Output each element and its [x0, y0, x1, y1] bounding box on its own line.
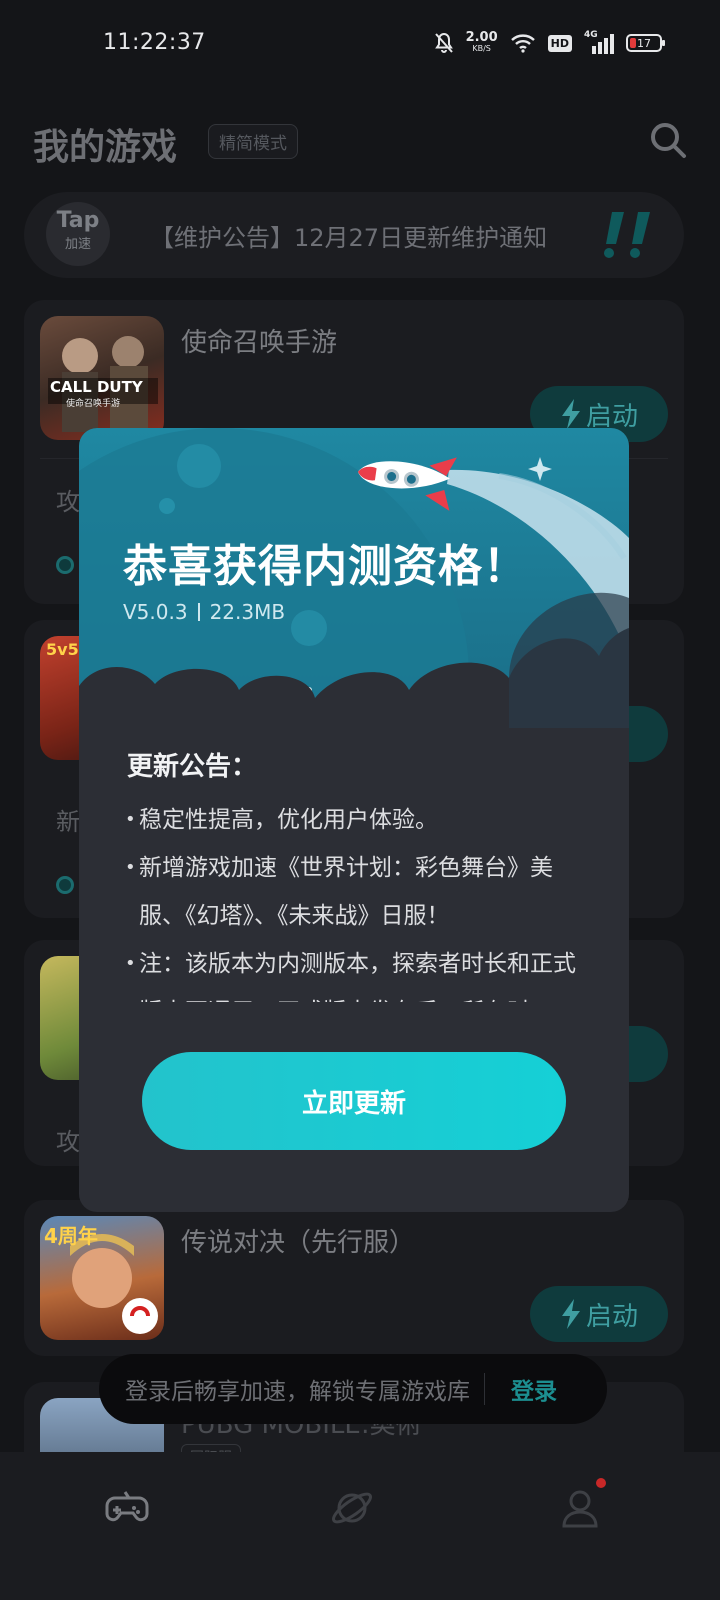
tap-logo: Tap 加速 — [46, 202, 110, 266]
release-notes[interactable]: 稳定性提高，优化用户体验。 新增游戏加速《世界计划：彩色舞台》美服、《幻塔》、《… — [125, 796, 585, 1002]
launch-button[interactable]: 启动 — [530, 1286, 668, 1342]
status-dot — [56, 556, 74, 574]
page-title: 我的游戏 — [33, 127, 178, 168]
alert-icon — [604, 212, 650, 258]
net-speed: 2.00 KB/S — [465, 30, 498, 53]
version-info: V5.0.3 22.3MB — [123, 600, 285, 624]
game-subinfo: 新 — [56, 808, 80, 836]
package-size: 22.3MB — [209, 600, 286, 624]
notes-title: 更新公告： — [127, 752, 258, 782]
clock: 11:22:37 — [103, 30, 206, 55]
game-icon-cod: CALL DUTY 使命召唤手游 — [40, 316, 164, 440]
game-subinfo: 攻 — [56, 488, 80, 516]
login-prompt-text: 登录后畅享加速，解锁专属游戏库 — [125, 1379, 470, 1405]
signal-icon: 4G — [584, 30, 614, 54]
page-header: 我的游戏 精简模式 — [33, 112, 688, 172]
login-link[interactable]: 登录 — [511, 1372, 557, 1406]
game-subinfo: 攻 — [56, 1128, 80, 1156]
update-now-button[interactable]: 立即更新 — [142, 1052, 566, 1150]
game-name: 传说对决（先行服） — [181, 1228, 416, 1258]
wifi-icon — [510, 34, 535, 53]
note-item: 稳定性提高，优化用户体验。 — [125, 796, 585, 844]
gamepad-icon[interactable] — [103, 1484, 151, 1532]
dialog-title: 恭喜获得内测资格！ — [123, 541, 528, 592]
notice-text: 【维护公告】12月27日更新维护通知 — [150, 224, 548, 252]
note-item: 新增游戏加速《世界计划：彩色舞台》美服、《幻塔》、《未来战》日服！ — [125, 844, 585, 940]
maintenance-notice[interactable]: Tap 加速 【维护公告】12月27日更新维护通知 — [24, 192, 684, 278]
divider — [484, 1373, 485, 1405]
simple-mode-toggle[interactable]: 精简模式 — [208, 124, 298, 159]
status-icons: 2.00 KB/S HD 4G 17 — [434, 30, 665, 54]
update-dialog: 恭喜获得内测资格！ V5.0.3 22.3MB 更新公告： 稳定性提高，优化用户… — [79, 428, 629, 1212]
game-icon-aov: 4周年 — [40, 1216, 164, 1340]
user-icon[interactable] — [556, 1484, 604, 1532]
planet-icon[interactable] — [328, 1484, 376, 1532]
lightning-icon — [561, 399, 580, 429]
game-card[interactable]: 4周年 传说对决（先行服） 启动 — [24, 1200, 684, 1356]
status-dot — [56, 876, 74, 894]
login-prompt: 登录后畅享加速，解锁专属游戏库 登录 — [99, 1354, 607, 1424]
bottom-nav — [0, 1452, 720, 1600]
note-item: 注：该版本为内测版本，探索者时长和正式版本不通用，正式版本发布后，所有时 — [125, 940, 585, 1002]
divider — [197, 603, 200, 621]
version-number: V5.0.3 — [123, 600, 188, 624]
mute-bell-icon — [434, 32, 453, 53]
battery-icon: 17 — [626, 34, 665, 52]
search-icon[interactable] — [648, 120, 688, 160]
status-bar: 11:22:37 2.00 KB/S HD 4G 17 — [0, 0, 720, 92]
lightning-icon — [561, 1299, 580, 1329]
game-name: 使命召唤手游 — [181, 328, 338, 358]
notification-dot — [596, 1478, 606, 1488]
hd-badge: HD — [547, 34, 572, 52]
